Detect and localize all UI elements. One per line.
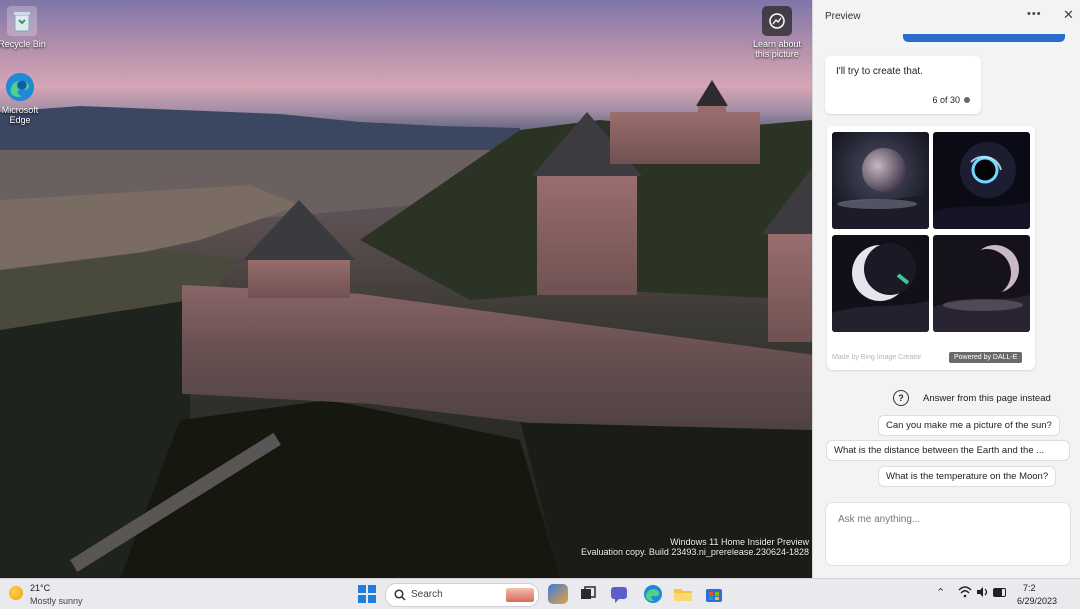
learn-about-picture[interactable]: Learn about this picture xyxy=(747,6,807,59)
ask-input[interactable] xyxy=(836,513,1060,526)
battery-icon[interactable] xyxy=(993,588,1006,597)
gate-tower xyxy=(248,258,350,298)
recycle-bin-label: Recycle Bin xyxy=(0,39,46,49)
ask-box[interactable] xyxy=(825,502,1071,566)
clock-time[interactable]: 7:2 xyxy=(1023,583,1036,593)
clock-date[interactable]: 6/29/2023 xyxy=(1017,596,1057,606)
bot-message-bubble: I'll try to create that. 6 of 30 xyxy=(825,56,981,114)
suggestion-chip-2[interactable]: What is the distance between the Earth a… xyxy=(826,440,1070,461)
store-icon[interactable] xyxy=(704,584,724,604)
learn-about-line2: this picture xyxy=(755,49,799,59)
start-icon[interactable] xyxy=(357,584,377,604)
chevron-up-icon[interactable]: ⌃ xyxy=(936,586,945,599)
wifi-icon[interactable] xyxy=(958,585,972,604)
turn-dot-icon xyxy=(964,97,970,103)
generated-image-2[interactable] xyxy=(933,132,1030,229)
file-explorer-icon[interactable] xyxy=(673,584,693,604)
generated-image-3[interactable] xyxy=(832,235,929,332)
weather-temp: 21°C xyxy=(30,583,51,593)
suggestion-chip-3[interactable]: What is the temperature on the Moon? xyxy=(878,466,1057,487)
right-tower xyxy=(768,232,812,342)
right-tower-roof xyxy=(762,168,812,234)
weather-desc: Mostly sunny xyxy=(30,596,83,606)
far-tower-roof xyxy=(696,80,728,106)
edge-shortcut[interactable]: Microsoft Edge xyxy=(0,72,50,125)
preview-panel: Preview ••• ✕ I'll try to create that. 6… xyxy=(812,0,1080,578)
answer-from-page-label: Answer from this page instead xyxy=(923,393,1051,404)
generated-image-4[interactable] xyxy=(933,235,1030,332)
edge-icon xyxy=(5,72,35,102)
castle-buildings xyxy=(610,112,760,164)
gate-tower-roof xyxy=(243,200,355,260)
watermark-line2: Evaluation copy. Build 23493.ni_prerelea… xyxy=(580,547,809,557)
castle-keep xyxy=(537,175,637,295)
desktop-wallpaper xyxy=(0,0,812,578)
search-icon xyxy=(394,589,406,601)
recycle-bin-icon xyxy=(7,6,37,36)
task-view-icon[interactable] xyxy=(578,584,598,604)
edge-label: Microsoft Edge xyxy=(1,105,39,125)
accent-strip xyxy=(903,34,1065,42)
recycle-bin-shortcut[interactable]: Recycle Bin xyxy=(0,6,52,49)
chat-icon[interactable] xyxy=(609,584,629,604)
image-credit: Made by Bing Image Creator xyxy=(832,354,922,361)
search-label: Search xyxy=(411,589,443,600)
watermark-line1: Windows 11 Home Insider Preview xyxy=(670,537,809,547)
volume-icon[interactable] xyxy=(975,585,989,604)
insider-watermark: Windows 11 Home Insider Preview Evaluati… xyxy=(560,537,809,557)
copilot-icon[interactable] xyxy=(548,584,568,604)
camera-icon xyxy=(762,6,792,36)
answer-from-page-button[interactable]: ? Answer from this page instead xyxy=(893,390,1063,408)
landscape-illustration xyxy=(0,106,812,578)
powered-by-badge: Powered by DALL-E xyxy=(949,352,1023,363)
close-icon[interactable]: ✕ xyxy=(1063,7,1074,23)
suggestion-chip-1[interactable]: Can you make me a picture of the sun? xyxy=(878,415,1060,436)
question-icon: ? xyxy=(893,390,909,406)
battery-level xyxy=(994,589,1002,596)
turn-counter: 6 of 30 xyxy=(932,95,960,105)
bot-message-text: I'll try to create that. xyxy=(836,66,923,77)
search-highlight-icon xyxy=(506,588,534,602)
more-dots-icon[interactable]: ••• xyxy=(1027,8,1042,20)
edge-taskbar-icon[interactable] xyxy=(643,584,663,604)
weather-sun-icon xyxy=(9,586,23,600)
panel-title: Preview xyxy=(825,11,861,22)
taskbar: 21°C Mostly sunny Search ⌃ 7:2 6/29/2023 xyxy=(0,578,1080,609)
taskbar-search[interactable]: Search xyxy=(385,583,539,607)
generated-image-1[interactable] xyxy=(832,132,929,229)
generated-images-card: Made by Bing Image Creator Powered by DA… xyxy=(827,126,1035,370)
learn-about-line1: Learn about xyxy=(752,39,802,49)
